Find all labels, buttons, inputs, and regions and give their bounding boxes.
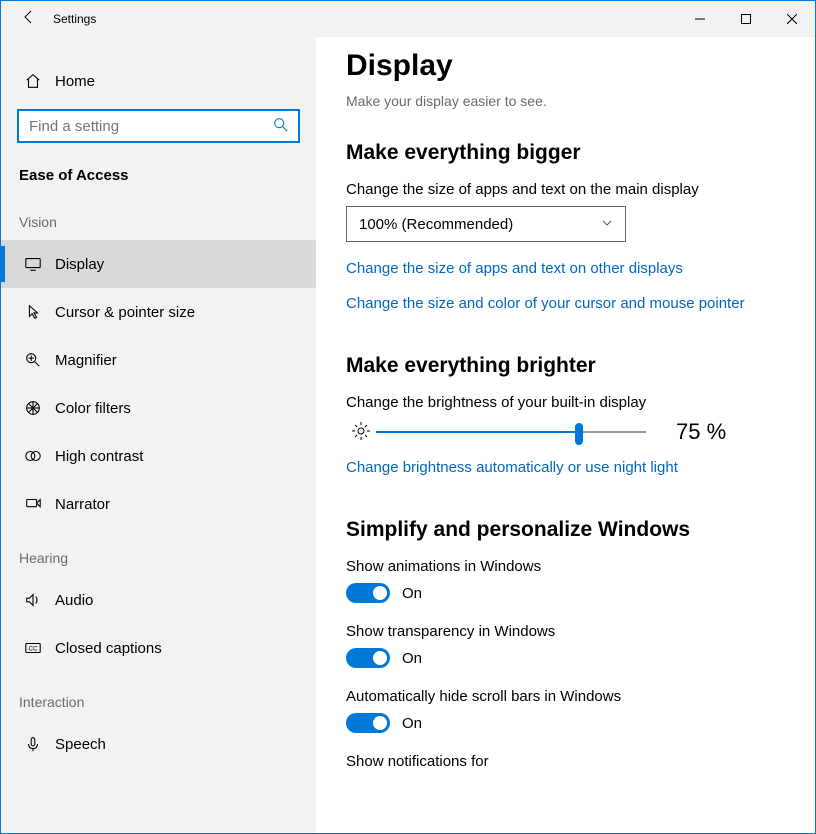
- sidebar-item-closed-captions[interactable]: CC Closed captions: [1, 624, 316, 672]
- sidebar-item-cursor[interactable]: Cursor & pointer size: [1, 288, 316, 336]
- magnifier-icon: [19, 351, 47, 369]
- animations-label: Show animations in Windows: [346, 558, 785, 575]
- narrator-icon: [19, 495, 47, 513]
- animations-state: On: [390, 585, 422, 602]
- audio-icon: [19, 591, 47, 609]
- sidebar-item-label: Audio: [47, 592, 93, 609]
- speech-icon: [19, 735, 47, 753]
- high-contrast-icon: [19, 447, 47, 465]
- window-title: Settings: [49, 12, 96, 26]
- link-night-light[interactable]: Change brightness automatically or use n…: [346, 459, 785, 476]
- title-bar: Settings: [1, 1, 815, 37]
- transparency-toggle[interactable]: [346, 648, 390, 668]
- sidebar-item-label: Cursor & pointer size: [47, 304, 195, 321]
- sidebar-item-narrator[interactable]: Narrator: [1, 480, 316, 528]
- group-vision: Vision: [1, 208, 316, 240]
- scrollbars-label: Automatically hide scroll bars in Window…: [346, 688, 785, 705]
- sidebar-item-label: Display: [47, 256, 104, 273]
- animations-toggle[interactable]: [346, 583, 390, 603]
- sidebar: Home Ease of Access Vision Display Curso…: [1, 37, 316, 833]
- sidebar-item-high-contrast[interactable]: High contrast: [1, 432, 316, 480]
- home-icon: [19, 72, 47, 90]
- section-bigger-heading: Make everything bigger: [346, 141, 785, 165]
- back-button[interactable]: [9, 9, 49, 30]
- closed-captions-icon: CC: [19, 639, 47, 657]
- display-icon: [19, 255, 47, 273]
- notifications-label: Show notifications for: [346, 753, 785, 770]
- section-simplify-heading: Simplify and personalize Windows: [346, 518, 785, 542]
- close-button[interactable]: [769, 1, 815, 37]
- group-hearing: Hearing: [1, 528, 316, 576]
- scale-label: Change the size of apps and text on the …: [346, 181, 785, 198]
- section-name: Ease of Access: [1, 155, 316, 208]
- brightness-track[interactable]: [376, 422, 646, 442]
- scale-select-value: 100% (Recommended): [359, 216, 513, 233]
- sidebar-item-speech[interactable]: Speech: [1, 720, 316, 768]
- brightness-slider[interactable]: 75 %: [346, 419, 785, 445]
- search-icon: [272, 116, 290, 137]
- transparency-label: Show transparency in Windows: [346, 623, 785, 640]
- brightness-icon: [346, 421, 376, 444]
- cursor-icon: [19, 303, 47, 321]
- scale-select[interactable]: 100% (Recommended): [346, 206, 626, 242]
- brightness-value: 75 %: [646, 419, 726, 445]
- sidebar-item-magnifier[interactable]: Magnifier: [1, 336, 316, 384]
- sidebar-item-color-filters[interactable]: Color filters: [1, 384, 316, 432]
- search-box[interactable]: [17, 109, 300, 143]
- brightness-label: Change the brightness of your built-in d…: [346, 394, 785, 411]
- transparency-state: On: [390, 650, 422, 667]
- group-interaction: Interaction: [1, 672, 316, 720]
- search-input[interactable]: [27, 117, 272, 136]
- content-area: Display Make your display easier to see.…: [316, 37, 815, 833]
- svg-text:CC: CC: [28, 646, 38, 653]
- sidebar-item-display[interactable]: Display: [1, 240, 316, 288]
- sidebar-home-label: Home: [47, 73, 95, 90]
- section-brighter-heading: Make everything brighter: [346, 354, 785, 378]
- chevron-down-icon: [601, 217, 613, 232]
- sidebar-item-audio[interactable]: Audio: [1, 576, 316, 624]
- sidebar-item-label: Closed captions: [47, 640, 162, 657]
- scrollbars-toggle[interactable]: [346, 713, 390, 733]
- page-subtitle: Make your display easier to see.: [346, 93, 785, 109]
- page-title: Display: [346, 49, 785, 83]
- sidebar-item-label: Speech: [47, 736, 106, 753]
- color-filters-icon: [19, 399, 47, 417]
- sidebar-item-label: Magnifier: [47, 352, 117, 369]
- sidebar-item-label: Narrator: [47, 496, 110, 513]
- sidebar-item-label: Color filters: [47, 400, 131, 417]
- link-other-displays[interactable]: Change the size of apps and text on othe…: [346, 260, 785, 277]
- maximize-button[interactable]: [723, 1, 769, 37]
- scrollbars-state: On: [390, 715, 422, 732]
- minimize-button[interactable]: [677, 1, 723, 37]
- sidebar-home[interactable]: Home: [1, 57, 316, 105]
- link-cursor-color[interactable]: Change the size and color of your cursor…: [346, 295, 785, 312]
- sidebar-item-label: High contrast: [47, 448, 143, 465]
